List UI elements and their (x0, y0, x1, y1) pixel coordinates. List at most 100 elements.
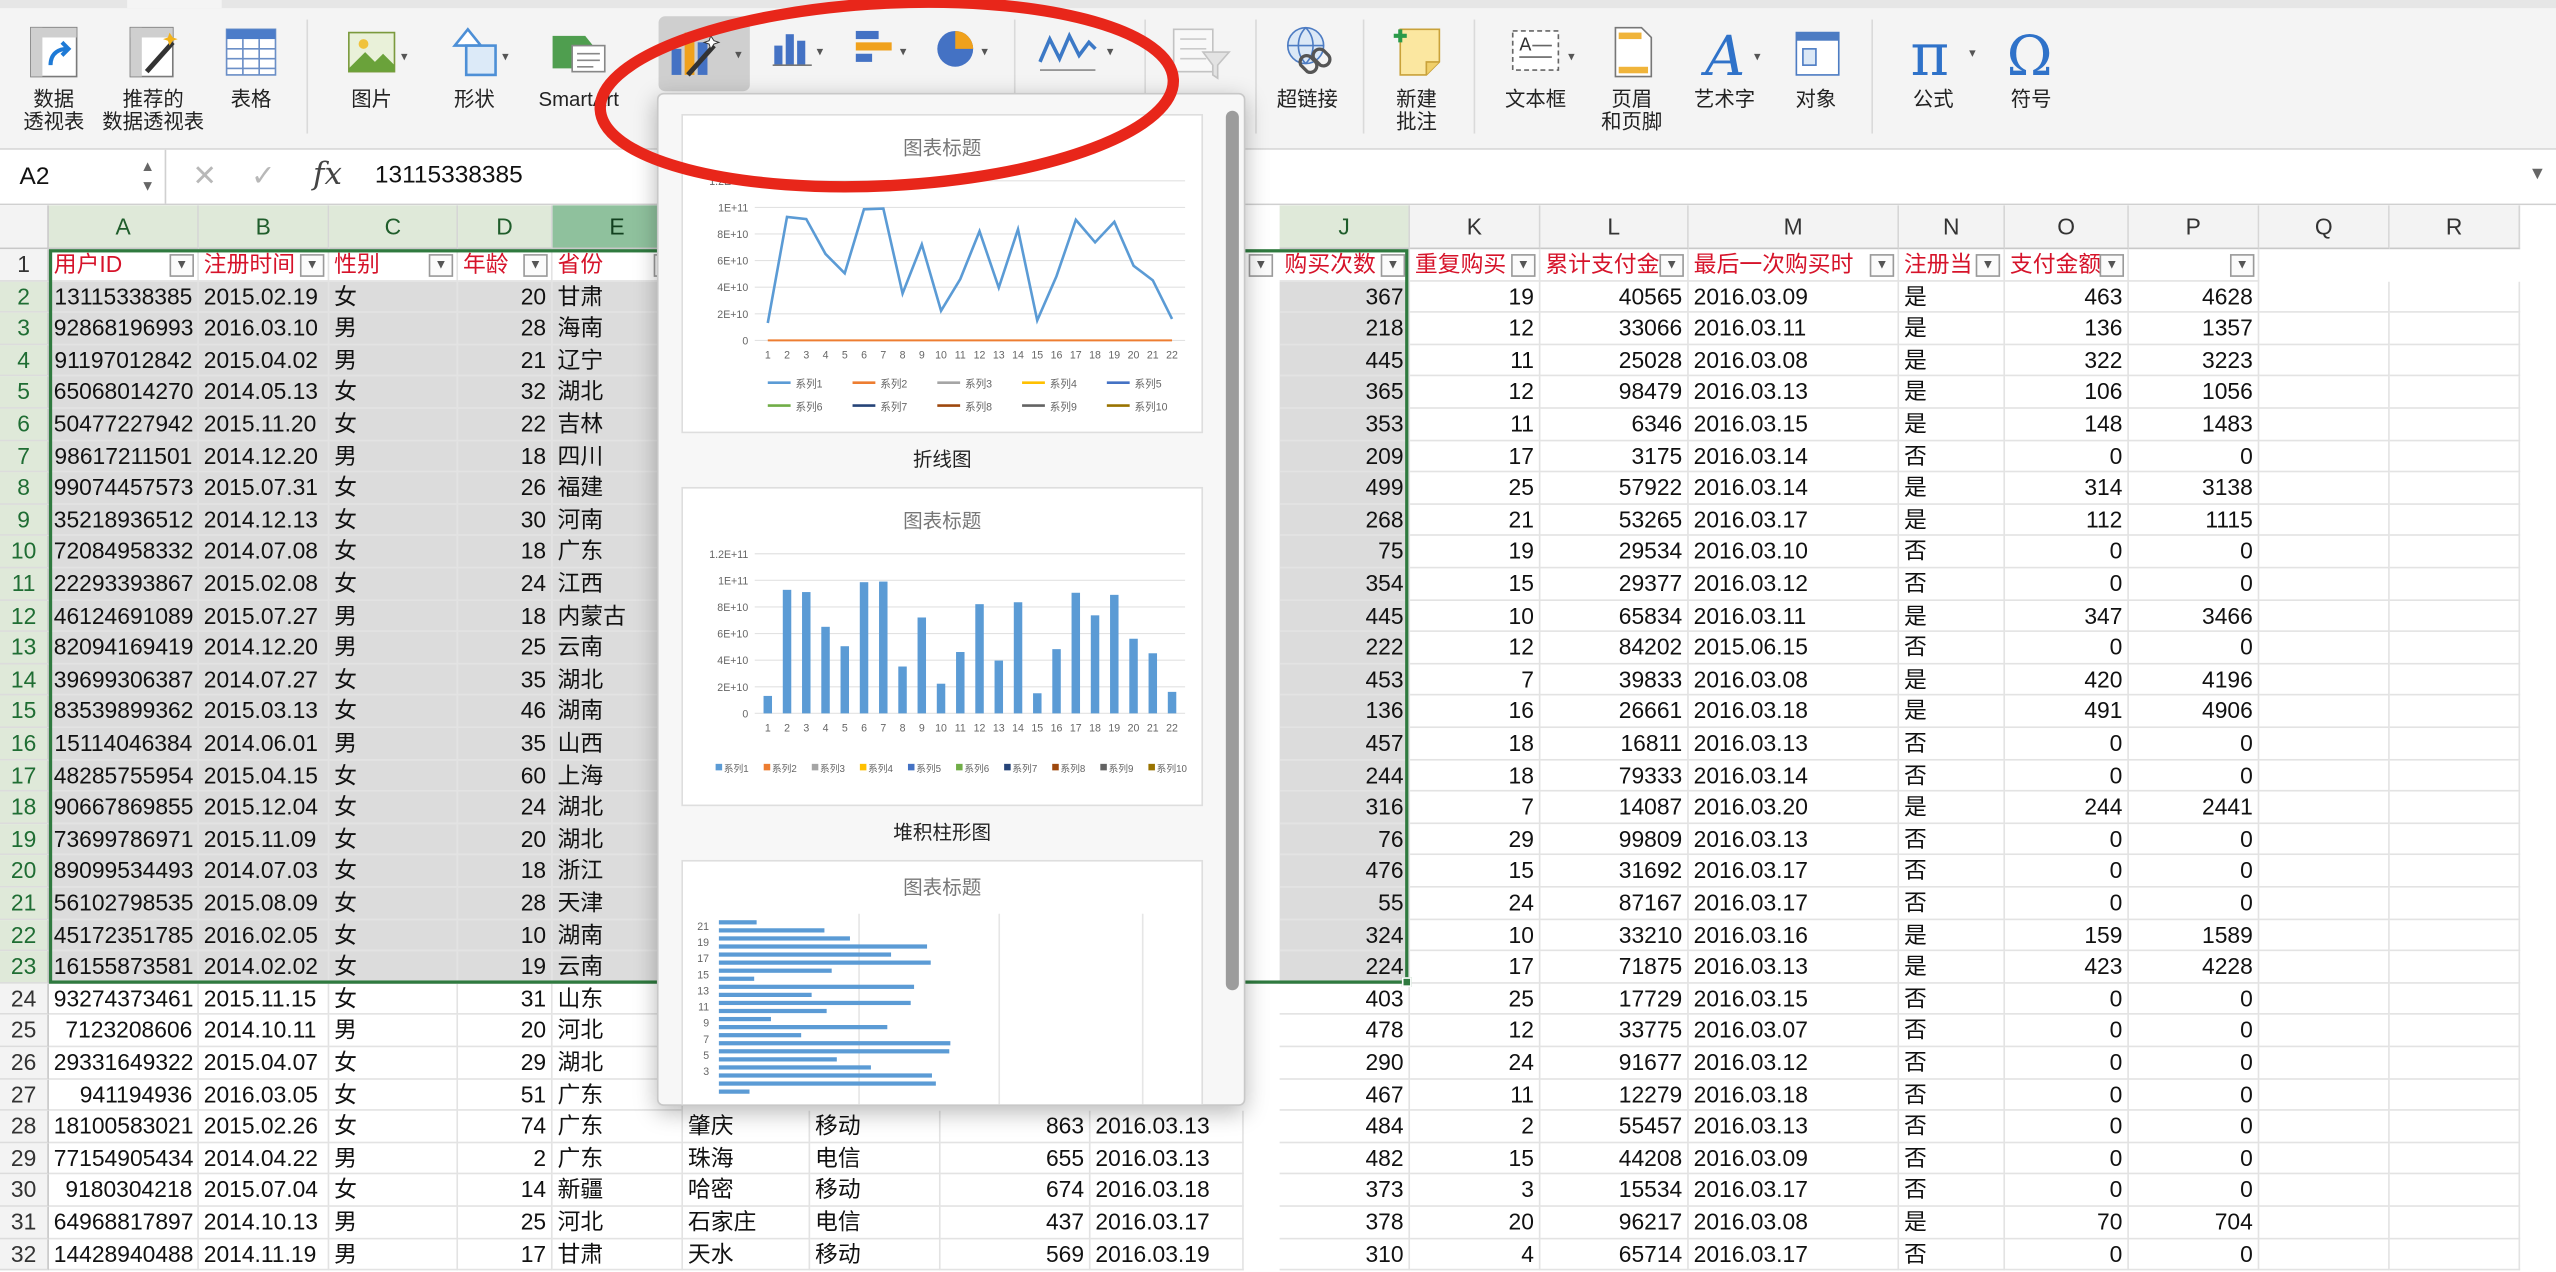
filter-dropdown-icon[interactable]: ▼ (1659, 254, 1684, 277)
row-header[interactable]: 18 (0, 791, 49, 824)
table-cell[interactable] (2389, 887, 2521, 920)
table-cell[interactable]: 7123208606 (48, 1015, 199, 1048)
table-cell[interactable]: 24 (1410, 1047, 1541, 1080)
table-cell[interactable]: 是 (1899, 791, 2006, 824)
table-cell[interactable]: 50477227942 (48, 408, 199, 441)
table-cell[interactable]: 24 (458, 568, 553, 601)
header-cell-m[interactable]: 最后一次购买时 ▼ (1688, 249, 1900, 282)
table-cell[interactable]: 2015.02.19 (198, 281, 330, 314)
table-cell[interactable]: 15114046384 (48, 728, 199, 760)
table-cell[interactable]: 2016.03.13 (1688, 728, 1900, 760)
table-cell[interactable]: 12 (1410, 632, 1541, 665)
column-header-b[interactable]: B (198, 205, 330, 250)
table-cell[interactable]: 2014.10.11 (198, 1015, 330, 1048)
table-cell[interactable]: 437 (940, 1206, 1091, 1239)
table-cell[interactable] (2259, 855, 2390, 888)
table-cell[interactable]: 21 (458, 344, 553, 377)
table-cell[interactable]: 否 (1899, 759, 2006, 792)
table-cell[interactable] (2259, 281, 2390, 314)
table-cell[interactable]: 否 (1899, 440, 2006, 473)
table-cell[interactable]: 2016.03.15 (1688, 983, 1900, 1016)
table-cell[interactable]: 否 (1899, 1143, 2006, 1175)
table-cell[interactable]: 肇庆 (683, 1111, 811, 1143)
row-header[interactable]: 13 (0, 632, 49, 665)
table-cell[interactable]: 33775 (1540, 1015, 1689, 1048)
row-header[interactable]: 21 (0, 887, 49, 920)
table-cell[interactable] (2389, 951, 2521, 984)
table-cell[interactable]: 25 (1410, 472, 1541, 505)
table-cell[interactable] (2259, 536, 2390, 569)
name-box[interactable]: A2 ▲ ▼ (0, 149, 167, 204)
table-cell[interactable]: 0 (2128, 1079, 2260, 1112)
table-cell[interactable] (2259, 919, 2390, 952)
table-cell[interactable]: 55 (1279, 887, 1411, 920)
table-cell[interactable] (2389, 823, 2521, 856)
table-cell[interactable]: 21 (1410, 504, 1541, 537)
table-cell[interactable]: 16 (1410, 696, 1541, 728)
hyperlink-button[interactable]: 超链接 (1265, 23, 1350, 147)
table-cell[interactable]: 12 (1410, 376, 1541, 409)
table-cell[interactable]: 3223 (2128, 344, 2260, 377)
table-cell[interactable]: 655 (940, 1143, 1091, 1175)
table-cell[interactable]: 19 (458, 951, 553, 984)
table-cell[interactable]: 99074457573 (48, 472, 199, 505)
table-cell[interactable]: 33210 (1540, 919, 1689, 952)
table-cell[interactable]: 29 (458, 1047, 553, 1080)
table-cell[interactable]: 324 (1279, 919, 1411, 952)
header-cell-p[interactable]: ▼ (2128, 249, 2260, 282)
row-header[interactable]: 12 (0, 600, 49, 633)
gallery-scrollbar[interactable] (1225, 110, 1239, 991)
shape-button[interactable]: 形状 (434, 23, 516, 147)
table-cell[interactable] (2259, 696, 2390, 728)
table-cell[interactable]: 89099534493 (48, 855, 199, 888)
table-cell[interactable]: 2016.03.17 (1688, 1238, 1900, 1271)
table-cell[interactable]: 男 (329, 1206, 459, 1239)
table-cell[interactable]: 2015.12.04 (198, 791, 330, 824)
row-header[interactable]: 4 (0, 344, 49, 377)
table-cell[interactable]: 2016.03.18 (1090, 1174, 1244, 1207)
table-cell[interactable]: 石家庄 (683, 1206, 811, 1239)
table-cell[interactable]: 是 (1899, 408, 2006, 441)
header-footer-button[interactable]: 页眉 和页脚 (1591, 23, 1673, 147)
table-cell[interactable] (2389, 1238, 2521, 1271)
table-cell[interactable]: 2014.11.19 (198, 1238, 330, 1271)
sparkline-icon[interactable] (1037, 26, 1099, 75)
table-cell[interactable]: 99809 (1540, 823, 1689, 856)
table-cell[interactable]: 0 (2005, 1047, 2129, 1080)
table-cell[interactable]: 移动 (810, 1111, 941, 1143)
table-cell[interactable]: 71875 (1540, 951, 1689, 984)
chart-thumbnail-stacked-column[interactable]: 图表标题 1.2E+11 1E+11 8E+10 6E+10 4E+10 2E+10 0 1 2 3… (681, 486, 1204, 807)
table-cell[interactable] (2259, 1174, 2390, 1207)
filter-dropdown-icon[interactable]: ▼ (1380, 254, 1406, 277)
row-header[interactable]: 20 (0, 855, 49, 888)
table-cell[interactable]: 75 (1279, 536, 1411, 569)
column-header-o[interactable]: O (2005, 205, 2129, 250)
table-cell[interactable]: 女 (329, 983, 459, 1016)
textbox-button[interactable]: A 文本框 (1490, 23, 1581, 147)
chevron-down-icon[interactable]: ▾ (1568, 49, 1575, 64)
table-cell[interactable]: 90667869855 (48, 791, 199, 824)
table-cell[interactable]: 是 (1899, 1206, 2006, 1239)
table-cell[interactable]: 310 (1279, 1238, 1411, 1271)
table-cell[interactable]: 3138 (2128, 472, 2260, 505)
table-cell[interactable]: 44208 (1540, 1143, 1689, 1175)
table-cell[interactable]: 60 (458, 759, 553, 792)
table-cell[interactable]: 222 (1279, 632, 1411, 665)
table-cell[interactable]: 159 (2005, 919, 2129, 952)
filter-dropdown-icon[interactable]: ▼ (169, 254, 194, 277)
table-cell[interactable]: 2016.03.15 (1688, 408, 1900, 441)
chevron-down-icon[interactable]: ▾ (900, 44, 907, 59)
table-cell[interactable]: 29377 (1540, 568, 1689, 601)
table-cell[interactable]: 2015.03.13 (198, 696, 330, 728)
column-header-p[interactable]: P (2128, 205, 2260, 250)
row-header[interactable]: 16 (0, 728, 49, 760)
table-cell[interactable]: 20 (458, 823, 553, 856)
table-cell[interactable]: 女 (329, 823, 459, 856)
table-cell[interactable]: 463 (2005, 281, 2129, 314)
row-header[interactable]: 30 (0, 1174, 49, 1207)
row-header[interactable]: 11 (0, 568, 49, 601)
header-cell-c[interactable]: 性别 ▼ (329, 249, 459, 282)
filter-dropdown-icon[interactable]: ▼ (428, 254, 454, 277)
table-cell[interactable]: 15 (1410, 568, 1541, 601)
table-cell[interactable]: 女 (329, 1111, 459, 1143)
